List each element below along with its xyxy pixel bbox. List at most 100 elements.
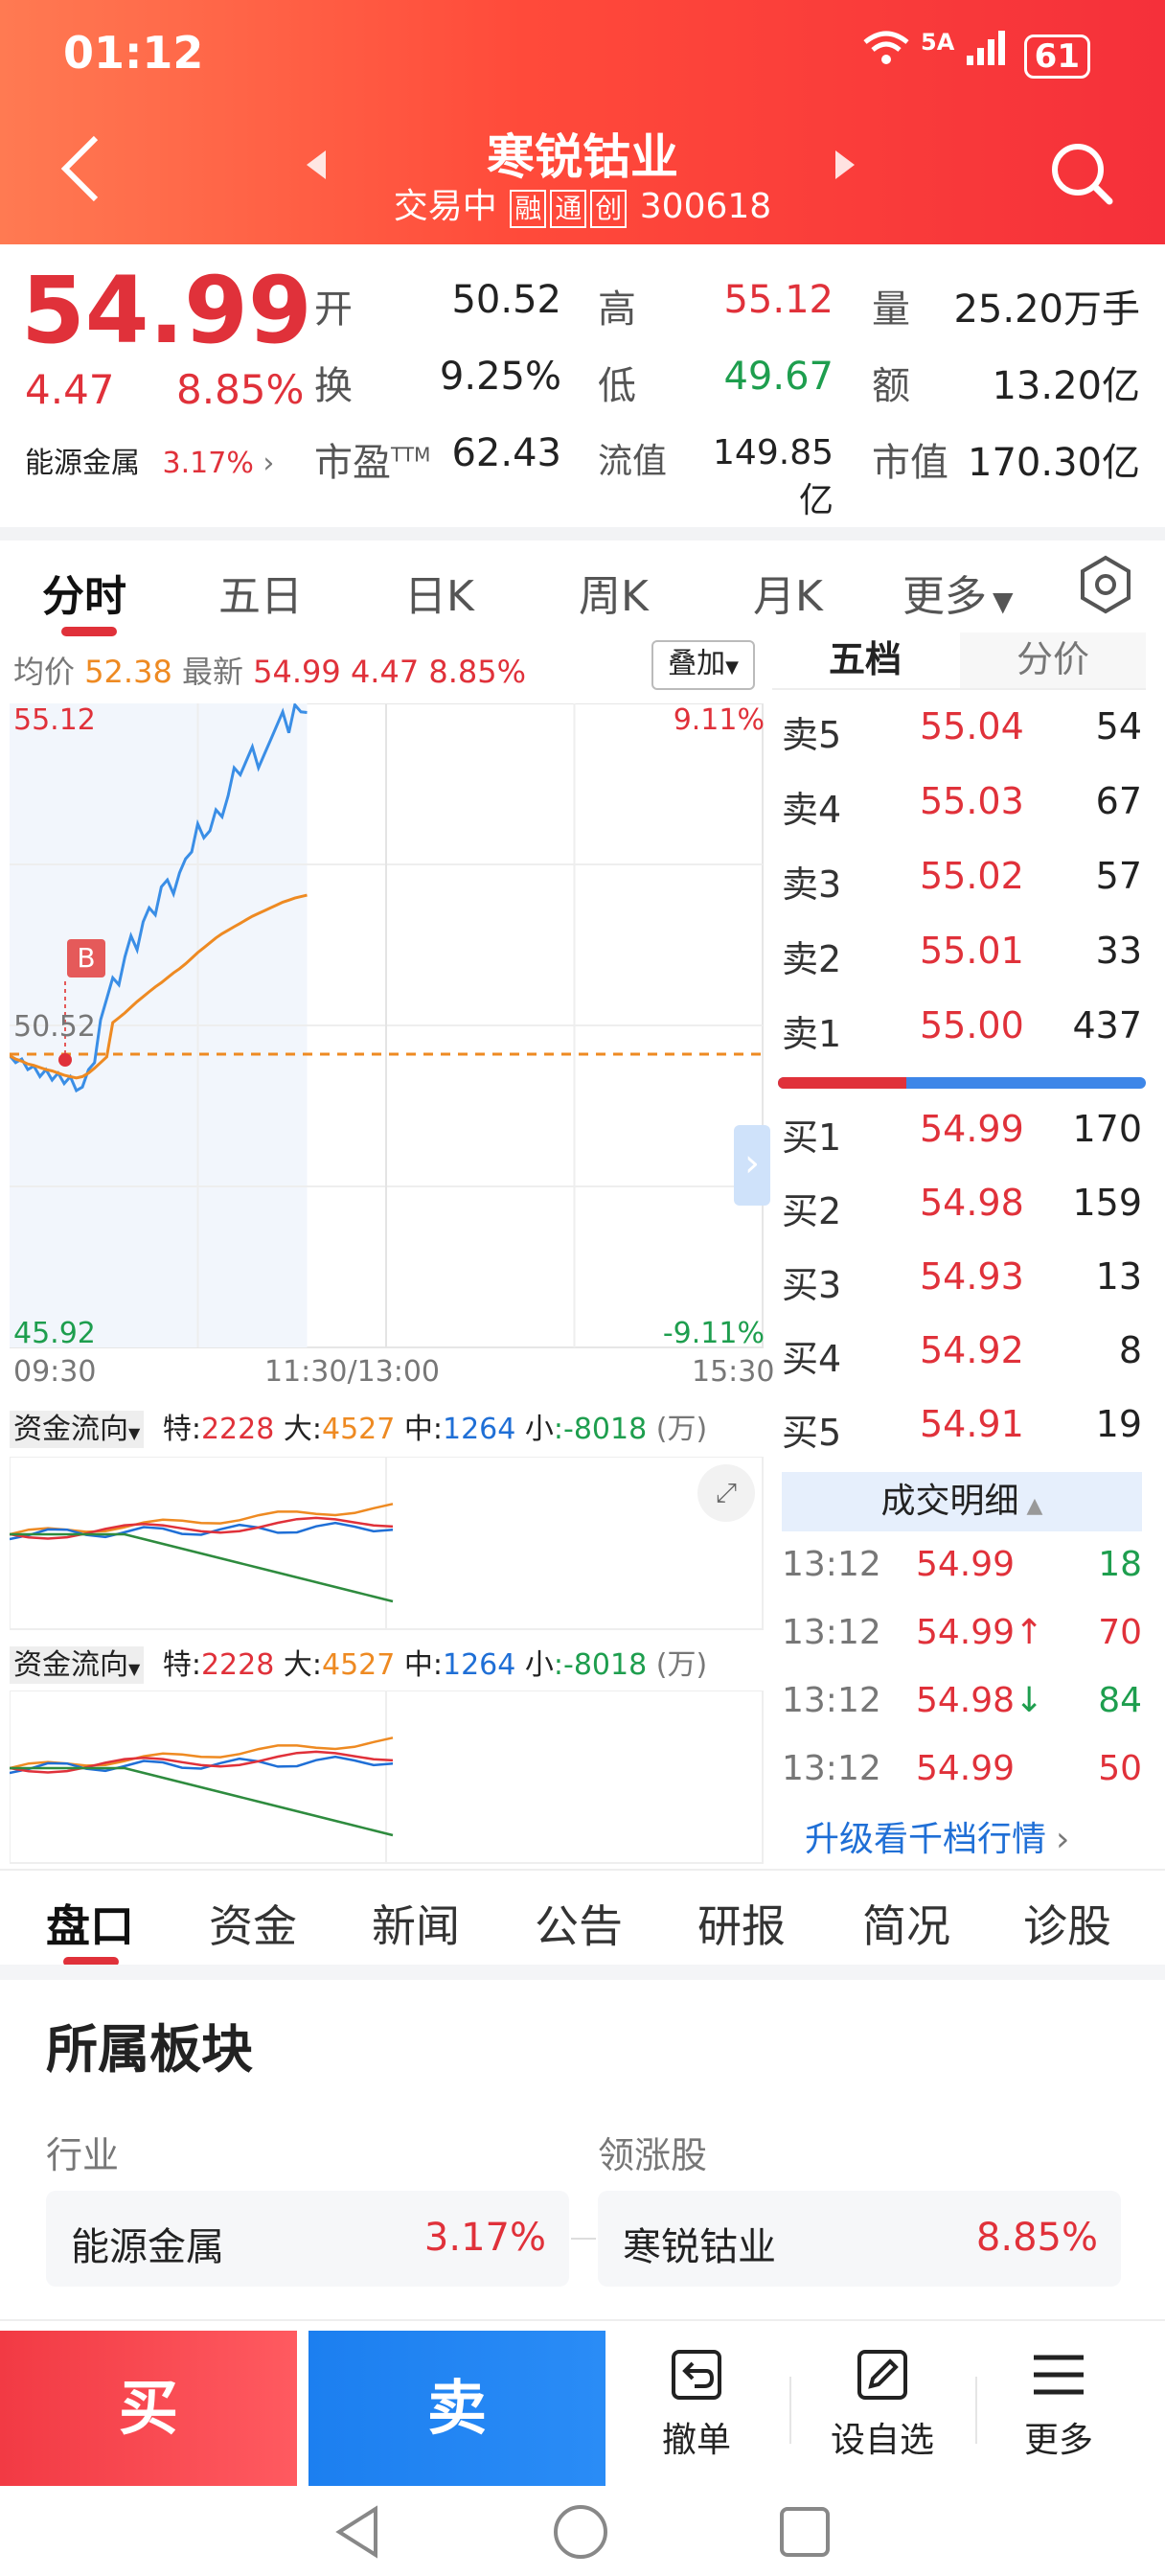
latest-change: 4.47 bbox=[350, 654, 420, 690]
fund-flow-chart-1 bbox=[10, 1457, 764, 1630]
bid-row[interactable]: 买1 54.99 170 bbox=[772, 1108, 1146, 1165]
tab-monthly-k[interactable]: 月K bbox=[753, 562, 823, 623]
tab-five-day[interactable]: 五日 bbox=[218, 562, 303, 623]
search-button[interactable] bbox=[1048, 140, 1115, 211]
y-bottom-label: 45.92 bbox=[13, 1317, 96, 1350]
tab-underline bbox=[61, 627, 117, 636]
trade-arrow-icon: ↑ bbox=[1015, 1613, 1044, 1652]
pe-label: 市盈TTM bbox=[314, 441, 431, 485]
volume-label: 量 bbox=[872, 288, 910, 332]
bid-volume: 170 bbox=[1072, 1108, 1142, 1150]
amount-value: 13.20亿 bbox=[992, 364, 1140, 408]
trade-volume: 50 bbox=[1098, 1749, 1142, 1788]
ask-row[interactable]: 卖2 55.01 33 bbox=[772, 930, 1146, 987]
battery-icon: 61 bbox=[1023, 34, 1090, 79]
status-time: 01:12 bbox=[63, 27, 204, 79]
bid-row[interactable]: 买3 54.93 13 bbox=[772, 1255, 1146, 1313]
upgrade-link[interactable]: 升级看千档行情 › bbox=[805, 1811, 1069, 1861]
volume-value: 25.20万手 bbox=[953, 288, 1140, 332]
cancel-order-button[interactable]: 撤单 bbox=[625, 2346, 768, 2462]
high-label: 高 bbox=[598, 288, 636, 332]
tab-intraday[interactable]: 分时 bbox=[42, 562, 126, 623]
bid-row[interactable]: 买5 54.91 19 bbox=[772, 1403, 1146, 1460]
industry-label: 行业 bbox=[46, 2134, 120, 2176]
system-nav-bar bbox=[0, 2486, 1165, 2576]
nav-back-button[interactable] bbox=[330, 2503, 387, 2564]
amount-label: 额 bbox=[872, 364, 910, 408]
ask-row[interactable]: 卖4 55.03 67 bbox=[772, 780, 1146, 838]
bid-row[interactable]: 买2 54.98 159 bbox=[772, 1182, 1146, 1239]
menu-icon bbox=[1034, 2355, 1084, 2395]
wifi-icon bbox=[861, 31, 921, 75]
bar-divider bbox=[789, 2377, 791, 2444]
trade-volume: 70 bbox=[1098, 1613, 1142, 1652]
low-value: 49.67 bbox=[723, 355, 834, 399]
bid-volume: 13 bbox=[1095, 1255, 1142, 1298]
bid-row[interactable]: 买4 54.92 8 bbox=[772, 1329, 1146, 1387]
marker-dot bbox=[58, 1053, 72, 1067]
expand-panel-button[interactable]: › bbox=[734, 1125, 770, 1206]
y-mid-label: 50.52 bbox=[13, 1010, 96, 1044]
tab-announcements[interactable]: 公告 bbox=[535, 1892, 623, 1955]
low-label: 低 bbox=[598, 364, 636, 408]
high-value: 55.12 bbox=[723, 278, 834, 322]
tab-profile[interactable]: 简况 bbox=[862, 1892, 950, 1955]
status-icons: 5A 61 bbox=[861, 29, 1090, 79]
ask-row[interactable]: 卖3 55.02 57 bbox=[772, 855, 1146, 912]
leader-label: 领涨股 bbox=[598, 2134, 708, 2176]
buy-marker[interactable]: B bbox=[67, 939, 105, 978]
edit-icon bbox=[857, 2350, 907, 2400]
trade-detail-header[interactable]: 成交明细 ▲ bbox=[782, 1472, 1142, 1531]
ask-price: 55.00 bbox=[920, 1004, 1024, 1046]
tab-diagnosis[interactable]: 诊股 bbox=[1023, 1892, 1111, 1955]
overlay-button[interactable]: 叠加▼ bbox=[651, 640, 755, 690]
leader-card[interactable]: 寒锐钴业 8.85% bbox=[598, 2191, 1121, 2287]
leader-pct: 8.85% bbox=[975, 2216, 1098, 2260]
ask-row[interactable]: 卖1 55.00 437 bbox=[772, 1004, 1146, 1062]
latest-price: 54.99 bbox=[253, 654, 341, 690]
stock-subtitle: 交易中 融通创 300618 bbox=[0, 178, 1165, 228]
ask-volume: 54 bbox=[1095, 705, 1142, 748]
open-label: 开 bbox=[314, 288, 353, 332]
sell-button[interactable]: 卖 bbox=[308, 2331, 605, 2486]
x-label-close: 15:30 bbox=[692, 1355, 775, 1389]
tab-price-dist[interactable]: 分价 bbox=[960, 632, 1146, 688]
current-price: 54.99 bbox=[21, 257, 312, 364]
chart-settings-button[interactable] bbox=[1075, 554, 1136, 619]
tab-research[interactable]: 研报 bbox=[697, 1892, 786, 1955]
more-menu-button[interactable]: 更多 bbox=[987, 2346, 1131, 2462]
tab-handicap[interactable]: 盘口 bbox=[46, 1892, 134, 1955]
fund-flow-legend-1: 资金流向▼ 特:2228 大:4527 中:1264 小:-8018 (万) bbox=[10, 1405, 707, 1448]
trade-time: 13:12 bbox=[782, 1749, 881, 1788]
app-header: 01:12 5A 61 寒锐钴业 交易中 融通创 300618 bbox=[0, 0, 1165, 244]
tab-daily-k[interactable]: 日K bbox=[404, 562, 474, 623]
connector-line bbox=[571, 2238, 596, 2240]
sector-link[interactable]: 能源金属 3.17% › bbox=[25, 439, 274, 481]
tab-weekly-k[interactable]: 周K bbox=[579, 562, 649, 623]
industry-card[interactable]: 能源金属 3.17% bbox=[46, 2191, 569, 2287]
trade-volume: 84 bbox=[1098, 1681, 1142, 1720]
bid-price: 54.98 bbox=[920, 1182, 1024, 1224]
tab-news[interactable]: 新闻 bbox=[372, 1892, 460, 1955]
ask-volume: 67 bbox=[1095, 780, 1142, 822]
fund-flow-selector[interactable]: 资金流向▼ bbox=[10, 1646, 145, 1684]
intraday-chart[interactable]: 55.12 9.11% 50.52 45.92 -9.11% B › bbox=[8, 702, 772, 1374]
add-watchlist-button[interactable]: 设自选 bbox=[811, 2346, 954, 2462]
next-stock-button[interactable] bbox=[834, 149, 857, 185]
trade-time: 13:12 bbox=[782, 1545, 881, 1584]
ask-row[interactable]: 卖5 55.04 54 bbox=[772, 705, 1146, 763]
buy-button[interactable]: 买 bbox=[0, 2331, 297, 2486]
hexagon-settings-icon bbox=[1081, 555, 1131, 614]
tab-more[interactable]: 更多 ▼ bbox=[902, 562, 1014, 623]
tab-funds[interactable]: 资金 bbox=[209, 1892, 297, 1955]
nav-recents-button[interactable] bbox=[776, 2503, 834, 2564]
fund-flow-selector[interactable]: 资金流向▼ bbox=[10, 1411, 145, 1448]
tab-five-levels[interactable]: 五档 bbox=[772, 632, 958, 688]
caret-up-icon: ▲ bbox=[1026, 1494, 1043, 1518]
trade-price: 54.99↑ bbox=[916, 1613, 1044, 1652]
nav-home-button[interactable] bbox=[552, 2503, 609, 2564]
ask-price: 55.02 bbox=[920, 855, 1024, 897]
sector-name: 能源金属 bbox=[25, 447, 140, 480]
orderbook-panel: 五档 分价 卖5 55.04 54 卖4 55.03 67 卖3 55.02 57 卖2 55.01… bbox=[772, 632, 1146, 1869]
ask-volume: 57 bbox=[1095, 855, 1142, 897]
